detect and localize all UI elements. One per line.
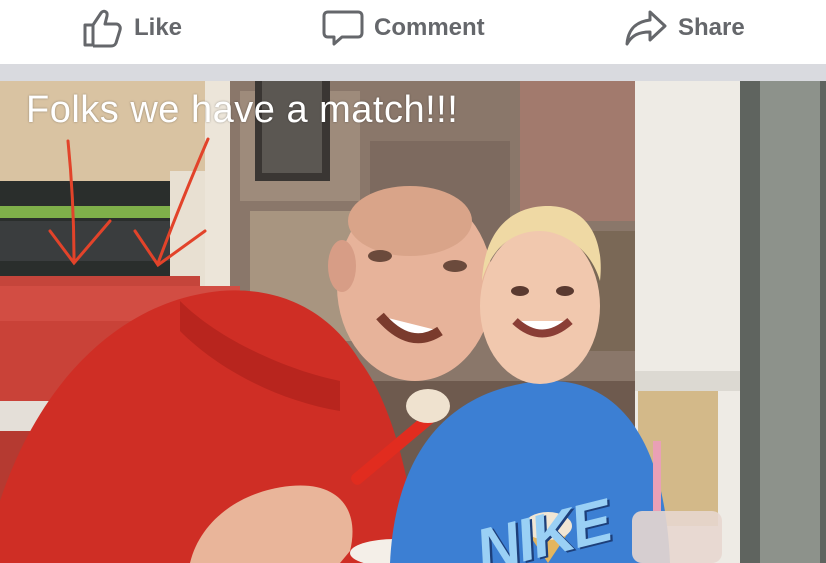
photo-scene: [0, 81, 826, 563]
like-button[interactable]: Like: [82, 0, 182, 56]
thumbs-up-icon: [82, 8, 124, 48]
comment-bubble-icon: [322, 8, 364, 48]
like-label: Like: [134, 14, 183, 41]
comment-label: Comment: [374, 14, 485, 41]
comment-button[interactable]: Comment: [322, 0, 485, 56]
caption-overlay-text: Folks we have a match!!!: [26, 89, 459, 131]
post-action-bar: Like Comment Share: [0, 0, 826, 64]
share-arrow-icon: [624, 8, 668, 48]
share-button[interactable]: Share: [624, 0, 745, 56]
section-divider: [0, 64, 826, 81]
share-label: Share: [678, 14, 745, 41]
post-photo[interactable]: Folks we have a match!!! NIKE: [0, 81, 826, 563]
